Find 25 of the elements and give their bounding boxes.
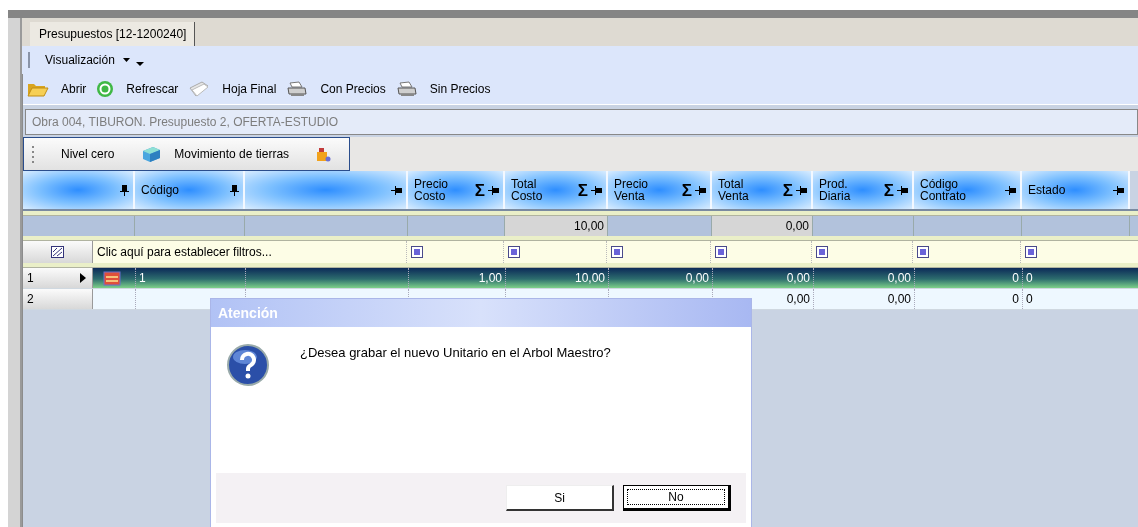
table-cell: 1,00 <box>478 271 502 285</box>
column-title: Precio Venta <box>614 178 648 202</box>
column-title: Código <box>141 184 180 196</box>
summary-cell: 10,00 <box>505 216 608 236</box>
dialog-message: ¿Desea grabar el nuevo Unitario en el Arbol Maestro? <box>300 345 611 360</box>
table-cell: 0,00 <box>786 271 810 285</box>
table-cell: 0,00 <box>786 292 810 306</box>
table-cell: 0 <box>1012 271 1019 285</box>
table-cell: 1 <box>139 271 146 285</box>
table-cell: 10,00 <box>574 271 605 285</box>
table-cell: 0 <box>1026 292 1033 306</box>
table-cell: 0 <box>1026 271 1033 285</box>
dialog-title: Atención <box>211 299 751 327</box>
table-cell: 0,00 <box>887 271 911 285</box>
table-cell: 0,00 <box>887 292 911 306</box>
table-cell: 0,00 <box>685 271 709 285</box>
project-title-field: Obra 004, TIBURON. Presupuesto 2, OFERTA-ESTUDIO <box>25 109 1138 135</box>
column-title: Precio Costo <box>414 178 448 202</box>
column-title: Código Contrato <box>920 178 967 202</box>
table-cell: 0 <box>1012 292 1019 306</box>
column-title: Total Costo <box>511 178 543 202</box>
column-title: Prod. Diaria <box>819 178 851 202</box>
column-title: Total Venta <box>718 178 749 202</box>
summary-cell: 0,00 <box>712 216 813 236</box>
column-title: Estado <box>1028 184 1066 196</box>
